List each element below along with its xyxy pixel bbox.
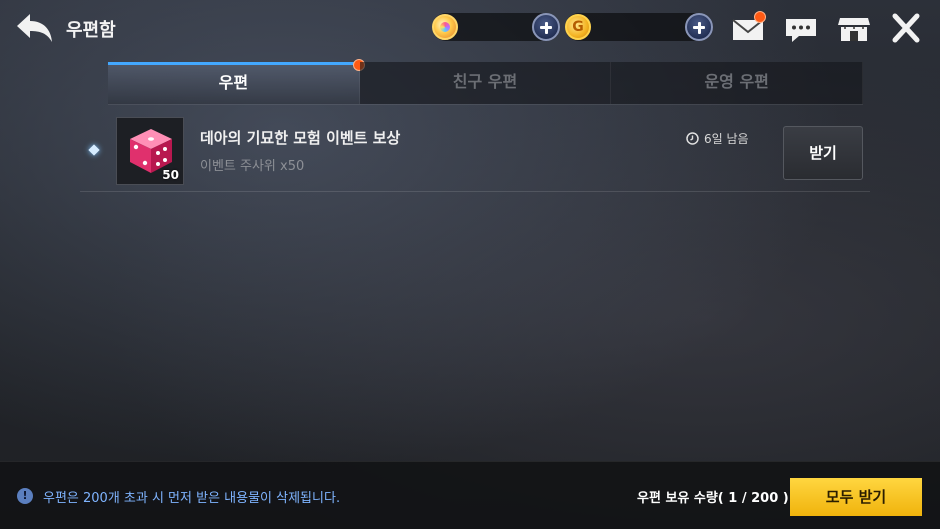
tab-admin-mail[interactable]: 운영 우편 (611, 62, 864, 104)
receive-all-button[interactable]: 모두 받기 (790, 478, 922, 516)
mail-count: 우편 보유 수량( 1 / 200 ) (637, 491, 789, 506)
chat-button[interactable] (783, 12, 819, 44)
tab-label: 우편 (218, 73, 249, 92)
tab-divider (108, 104, 863, 105)
reward-item-slot: 50 (116, 117, 184, 185)
receive-button[interactable]: 받기 (783, 126, 863, 180)
time-left: 6일 남음 (686, 130, 749, 147)
gem-coin-icon (432, 14, 458, 40)
chat-icon (786, 19, 816, 42)
back-button[interactable] (14, 10, 56, 46)
gold-coin-icon: G (565, 14, 591, 40)
tab-mail[interactable]: 우편 (108, 59, 365, 104)
mail-badge (754, 11, 766, 23)
time-left-label: 6일 남음 (704, 132, 749, 146)
mail-title: 데아의 기묘한 모험 이벤트 보상 (200, 129, 401, 147)
currency-gold: G (565, 13, 713, 41)
info-icon: ! (17, 488, 33, 504)
add-gem-button[interactable] (532, 13, 560, 41)
storage-notice: 우편은 200개 초과 시 먼저 받은 내용물이 삭제됩니다. (43, 491, 341, 506)
mail-tabs: 우편 친구 우편 운영 우편 (108, 59, 864, 104)
tab-label: 운영 우편 (704, 72, 769, 91)
close-icon (892, 13, 920, 43)
add-gold-button[interactable] (685, 13, 713, 41)
mail-list-item[interactable]: 50 데아의 기묘한 모험 이벤트 보상 이벤트 주사위 x50 6일 남음 받… (80, 112, 870, 190)
mail-subtitle: 이벤트 주사위 x50 (200, 159, 305, 174)
page-title: 우편함 (66, 20, 116, 41)
clock-icon (686, 132, 699, 145)
tab-label: 친구 우편 (452, 72, 518, 91)
currency-gem (432, 13, 560, 41)
shop-icon (838, 18, 870, 41)
back-arrow-icon (17, 14, 52, 42)
mail-button[interactable] (730, 11, 766, 44)
item-divider (80, 191, 870, 192)
tab-friend-mail[interactable]: 친구 우편 (359, 62, 612, 104)
close-button[interactable] (888, 12, 924, 44)
item-count: 50 (162, 168, 179, 182)
top-bar: 우편함 G (0, 0, 940, 56)
footer-bar: ! 우편은 200개 초과 시 먼저 받은 내용물이 삭제됩니다. 우편 보유 … (0, 461, 940, 529)
new-mail-indicator-icon (88, 144, 100, 156)
shop-button[interactable] (836, 12, 872, 44)
